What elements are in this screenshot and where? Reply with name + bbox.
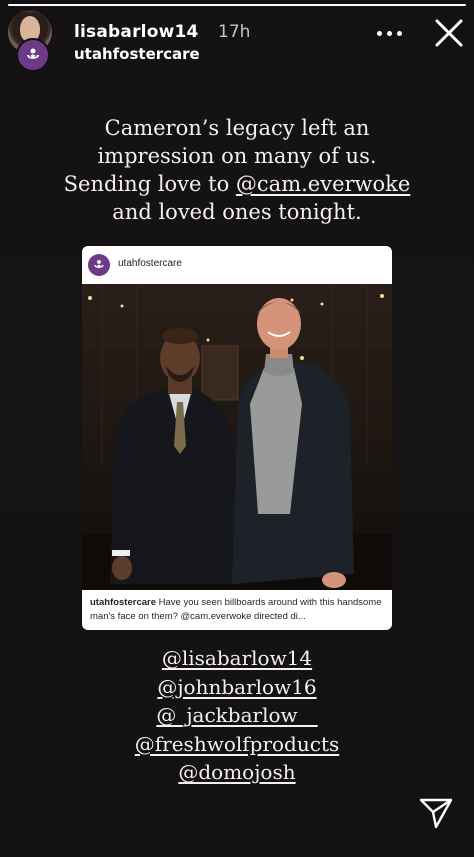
foster-care-logo-icon xyxy=(94,259,104,269)
close-icon xyxy=(435,19,463,47)
caption-line: Cameron’s legacy left an xyxy=(104,116,370,140)
caption-line: impression on many of us. xyxy=(97,144,377,168)
more-icon-dot xyxy=(396,30,402,36)
mention-list: @lisabarlow14 @johnbarlow16 @_jackbarlow… xyxy=(40,644,434,787)
mention-link[interactable]: @lisabarlow14 xyxy=(40,644,434,673)
caption-line: Sending love to @cam.everwoke xyxy=(40,170,434,198)
shared-post-header: utahfostercare xyxy=(82,246,392,284)
story-progress-bar xyxy=(8,4,466,6)
mention-link[interactable]: @domojosh xyxy=(40,758,434,787)
more-icon-dot xyxy=(386,30,392,36)
close-button[interactable] xyxy=(432,16,466,50)
caption-mention-link[interactable]: @cam.everwoke xyxy=(236,172,410,196)
caption-line: and loved ones tonight. xyxy=(112,200,362,224)
mention-link[interactable]: @_jackbarlow__ xyxy=(40,701,434,730)
send-button[interactable] xyxy=(418,796,454,830)
foster-care-logo-icon xyxy=(27,48,39,59)
mention-link[interactable]: @freshwolfproducts xyxy=(40,730,434,759)
story-progress-fill xyxy=(8,4,466,6)
shared-post-card[interactable]: utahfostercare utahfostercare Have you s… xyxy=(82,246,392,630)
shared-post-caption-user[interactable]: utahfostercare xyxy=(90,597,156,608)
caption-text: Sending love to xyxy=(63,172,236,196)
story-timestamp: 17h xyxy=(218,22,251,42)
avatar[interactable] xyxy=(6,8,54,72)
send-icon xyxy=(419,798,453,829)
shared-post-caption: utahfostercare Have you seen billboards … xyxy=(90,596,386,624)
more-icon-dot xyxy=(376,30,382,36)
mention-link[interactable]: @johnbarlow16 xyxy=(40,673,434,702)
shared-post-avatar[interactable] xyxy=(88,254,110,276)
shared-post-photo xyxy=(82,284,392,590)
source-account-avatar[interactable] xyxy=(16,38,50,72)
story-caption: Cameron’s legacy left an impression on m… xyxy=(40,114,434,226)
shared-post-username[interactable]: utahfostercare xyxy=(118,258,182,269)
story-username[interactable]: lisabarlow14 xyxy=(74,22,199,42)
more-options-button[interactable] xyxy=(372,22,406,44)
source-account-name[interactable]: utahfostercare xyxy=(74,45,200,63)
event-photo xyxy=(82,284,392,590)
